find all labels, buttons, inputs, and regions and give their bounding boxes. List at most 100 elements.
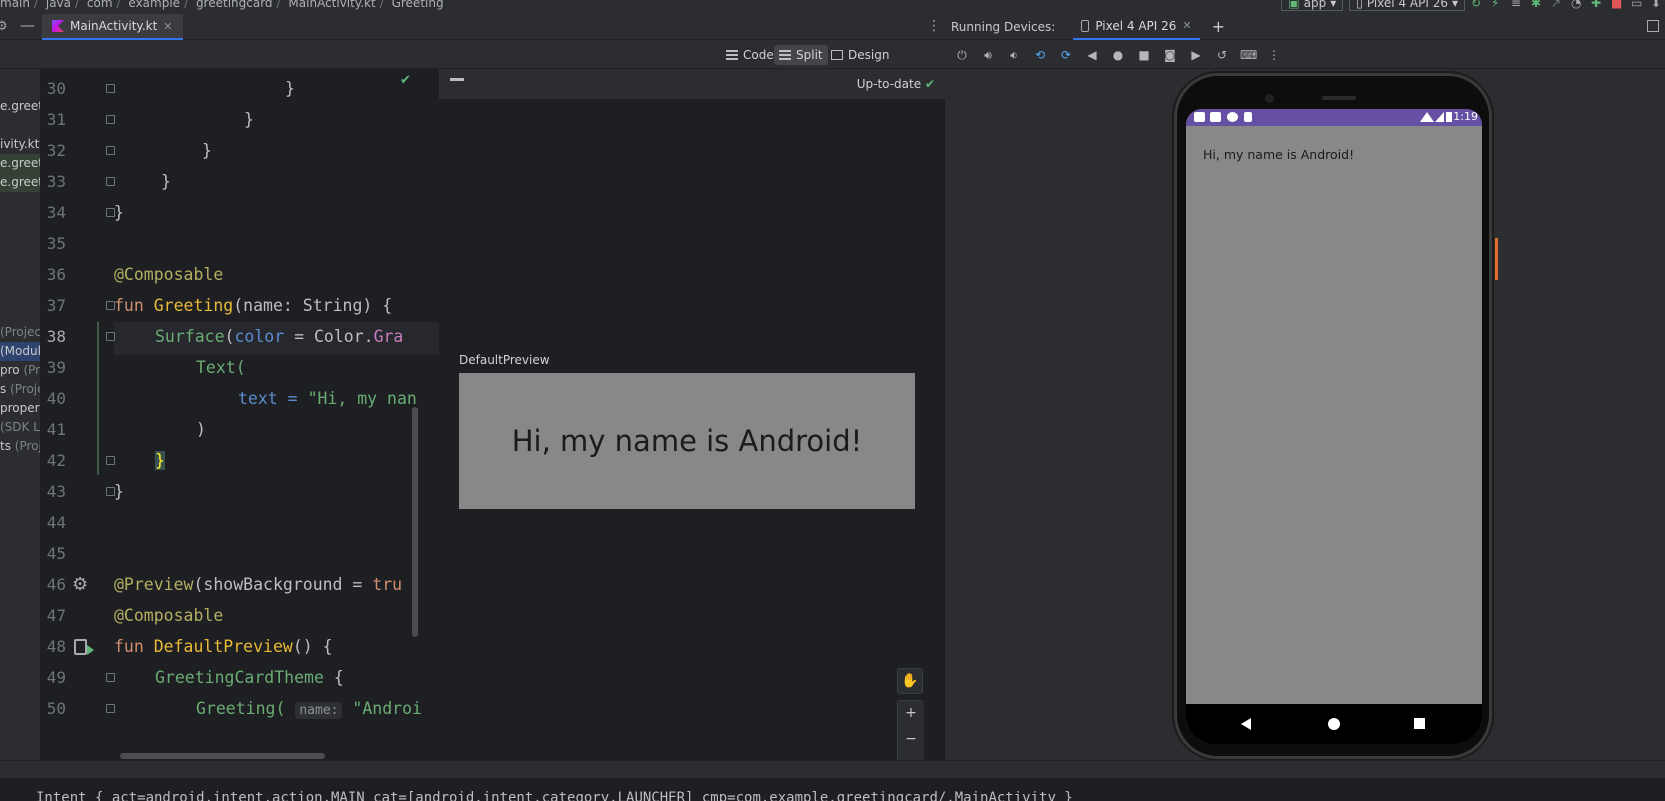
code-mode-button[interactable]: Code xyxy=(721,45,779,65)
more-options-icon[interactable]: ⋮ xyxy=(927,18,941,34)
fold-marker[interactable] xyxy=(106,146,115,155)
editor-tab-bar: ⚙ — MainActivity.kt ✕ ⋮ xyxy=(0,14,945,40)
project-item[interactable]: e.greetin xyxy=(0,173,40,192)
split-mode-icon xyxy=(779,50,791,60)
fold-marker[interactable] xyxy=(106,115,115,124)
project-item[interactable]: properti xyxy=(0,399,40,418)
breadcrumb-item[interactable]: Greeting xyxy=(392,0,444,10)
breadcrumb-item[interactable]: java xyxy=(46,0,71,10)
line-number: 45 xyxy=(46,544,66,563)
device-screen[interactable]: 11:19 Hi, my name is Android! xyxy=(1186,109,1482,704)
project-item[interactable]: pro (Proj xyxy=(0,361,40,380)
phone-side-button[interactable] xyxy=(1495,238,1498,280)
apply-code-changes-icon[interactable]: ≡ xyxy=(1511,0,1525,10)
keyboard-icon[interactable]: ⌨ xyxy=(1240,47,1257,63)
run-preview-icon[interactable] xyxy=(74,639,94,655)
design-mode-label: Design xyxy=(848,48,890,62)
split-mode-button[interactable]: Split xyxy=(774,45,828,65)
tab-mainactivity[interactable]: MainActivity.kt ✕ xyxy=(42,14,183,40)
horizontal-scrollbar[interactable] xyxy=(120,753,325,759)
home-icon[interactable]: ● xyxy=(1110,47,1126,63)
project-item[interactable]: e.greetin xyxy=(0,97,40,116)
fold-marker[interactable] xyxy=(106,177,115,186)
zoom-in-button[interactable]: + xyxy=(898,701,924,727)
code-line: ) xyxy=(196,420,206,439)
project-panel: e.greetin ivity.kt e.greetin e.greetin (… xyxy=(0,69,40,760)
rotate-right-icon[interactable]: ⟳ xyxy=(1058,47,1074,63)
line-number: 35 xyxy=(46,234,66,253)
apply-changes-icon[interactable]: ⚡ xyxy=(1491,0,1505,10)
tab-device[interactable]: Pixel 4 API 26 ✕ xyxy=(1073,14,1200,40)
code-line: Surface(color = Color.Gra xyxy=(155,327,404,346)
debug-icon[interactable]: ✱ xyxy=(1531,0,1545,10)
preview-settings-icon[interactable]: ⚙ xyxy=(72,574,88,595)
profile-icon[interactable]: ◔ xyxy=(1571,0,1585,10)
project-item[interactable]: s (Proje xyxy=(0,380,40,399)
android-icon: ▣ xyxy=(1288,0,1300,10)
back-icon[interactable]: ◀ xyxy=(1084,47,1100,63)
preview-text: Hi, my name is Android! xyxy=(511,424,863,458)
design-mode-button[interactable]: Design xyxy=(826,45,894,65)
sdk-manager-icon[interactable]: ⬇ xyxy=(1651,0,1665,10)
code-line: @Composable xyxy=(114,265,224,284)
snapshot-icon[interactable]: ↺ xyxy=(1214,47,1230,63)
gear-icon[interactable]: ⚙ xyxy=(0,19,8,34)
rerun-icon[interactable]: ↻ xyxy=(1471,0,1485,10)
breadcrumb-item[interactable]: main xyxy=(0,0,30,10)
vertical-scrollbar[interactable] xyxy=(412,407,418,637)
breadcrumb-item[interactable]: greetingcard xyxy=(196,0,273,10)
minimize-icon[interactable]: — xyxy=(20,16,35,34)
volume-down-icon[interactable]: 🔉︎ xyxy=(1006,47,1022,63)
code-line: } xyxy=(114,203,124,222)
sync-icon[interactable]: ✚ xyxy=(1591,0,1605,10)
run-config-select[interactable]: ▣ app ▾ xyxy=(1281,0,1344,11)
project-item[interactable]: (Module xyxy=(0,342,40,361)
volume-up-icon[interactable]: 🔊︎ xyxy=(980,47,996,63)
fold-marker[interactable] xyxy=(106,84,115,93)
preview-render[interactable]: Hi, my name is Android! xyxy=(459,373,915,509)
project-item[interactable]: ts (Proj xyxy=(0,437,40,456)
parameter-hint: name: xyxy=(295,702,343,719)
project-item[interactable]: e.greetin xyxy=(0,154,40,173)
line-number: 48 xyxy=(46,637,66,656)
android-status-bar: 11:19 xyxy=(1186,109,1482,126)
device-manager-icon[interactable]: ▭ xyxy=(1631,0,1645,10)
pan-icon[interactable]: ✋ xyxy=(897,668,923,694)
overview-icon[interactable]: ■ xyxy=(1136,47,1152,63)
nav-recents-icon[interactable] xyxy=(1414,718,1425,729)
line-number: 37 xyxy=(46,296,66,315)
code-editor[interactable]: ✔ 30 31 32 33 34 35 36 37 38 39 40 41 42… xyxy=(40,69,439,760)
preview-layout-icon[interactable] xyxy=(450,78,464,90)
code-line: } xyxy=(114,482,124,501)
screen-record-icon[interactable]: ▶ xyxy=(1188,47,1204,63)
project-item[interactable]: ivity.kt xyxy=(0,135,39,154)
device-select[interactable]: ▯ Pixel 4 API 26 ▾ xyxy=(1349,0,1465,11)
nav-back-icon[interactable] xyxy=(1241,718,1251,730)
more-options-icon[interactable]: ⋮ xyxy=(1266,47,1282,63)
project-item[interactable]: (SDK Lo xyxy=(0,418,40,437)
rotate-left-icon[interactable]: ⟲ xyxy=(1032,47,1048,63)
line-number: 46 xyxy=(46,575,66,594)
zoom-out-button[interactable]: − xyxy=(898,727,924,753)
camera xyxy=(1265,94,1274,103)
breadcrumb-item[interactable]: com xyxy=(87,0,113,10)
panel-divider[interactable] xyxy=(0,760,1665,778)
stop-icon[interactable]: ■ xyxy=(1611,0,1625,10)
attach-debugger-icon[interactable]: ↗ xyxy=(1551,0,1565,10)
power-icon[interactable]: ⏻ xyxy=(954,47,970,63)
nav-home-icon[interactable] xyxy=(1328,718,1340,730)
close-icon[interactable]: ✕ xyxy=(163,20,172,33)
code-line: Greeting( name: "Androi xyxy=(196,699,422,719)
line-number: 42 xyxy=(46,451,66,470)
line-number: 44 xyxy=(46,513,66,532)
close-icon[interactable]: ✕ xyxy=(1182,19,1191,32)
breadcrumb-item[interactable]: example xyxy=(128,0,180,10)
restore-window-icon[interactable] xyxy=(1647,20,1659,32)
tab-label: MainActivity.kt xyxy=(70,19,158,33)
add-device-icon[interactable]: + xyxy=(1212,17,1225,36)
line-number: 43 xyxy=(46,482,66,501)
breadcrumb-item[interactable]: MainActivity.kt xyxy=(288,0,375,10)
project-item[interactable]: (Project xyxy=(0,323,40,342)
running-devices-title: Running Devices: xyxy=(951,19,1056,34)
screenshot-icon[interactable]: ◙ xyxy=(1162,47,1178,63)
